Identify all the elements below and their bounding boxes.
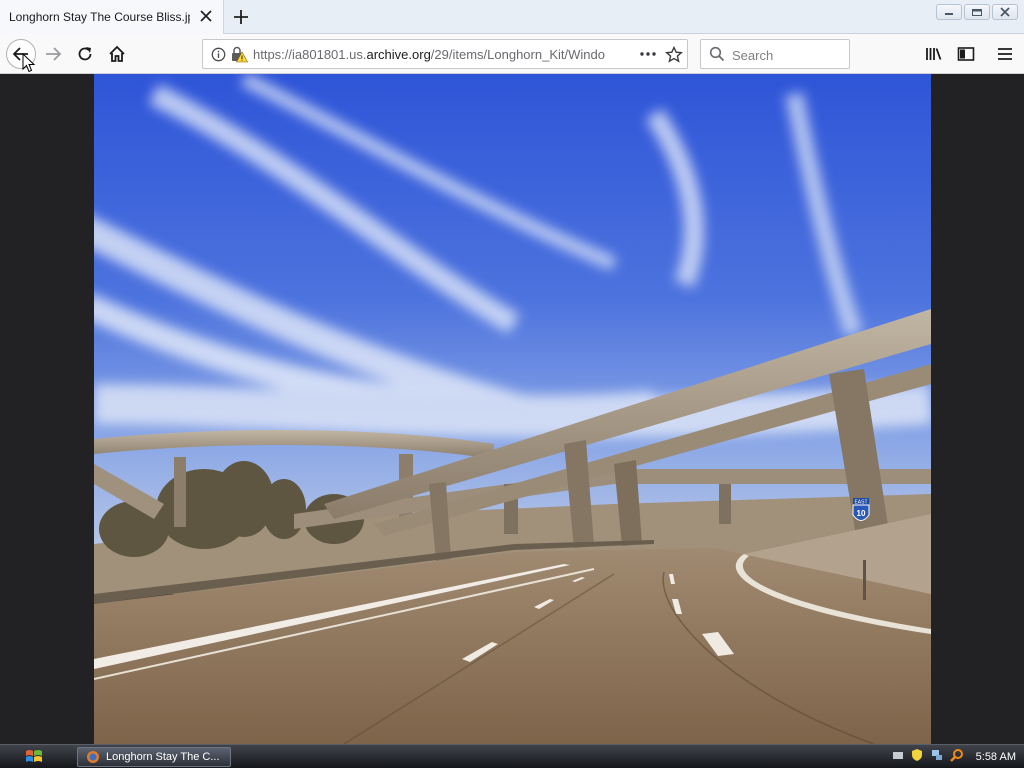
search-icon xyxy=(709,46,725,67)
tab-title: Longhorn Stay The Course Bliss.jpg xyxy=(9,10,190,24)
security-shield-icon[interactable] xyxy=(910,748,924,767)
url-domain: archive.org xyxy=(366,47,431,62)
search-bar[interactable]: Search xyxy=(700,39,850,69)
navigation-toolbar: https://ia801801.us.archive.org/29/items… xyxy=(0,34,1024,74)
url-path: /29/items/Longhorn_Kit/Windows xyxy=(430,47,605,62)
sign-route-number: 10 xyxy=(857,509,866,518)
minimize-icon[interactable] xyxy=(936,4,962,20)
clock[interactable]: 5:58 AM xyxy=(976,751,1016,763)
new-tab-icon[interactable] xyxy=(231,7,251,27)
home-icon[interactable] xyxy=(105,42,129,66)
network-icon[interactable] xyxy=(930,748,944,767)
library-icon[interactable] xyxy=(922,42,946,66)
close-window-icon[interactable] xyxy=(992,4,1018,20)
page-actions-icon[interactable] xyxy=(639,46,657,67)
close-tab-icon[interactable] xyxy=(199,9,213,23)
taskbar: Longhorn Stay The C... 5:58 AM xyxy=(0,744,1024,768)
search-tray-icon[interactable] xyxy=(949,748,964,767)
info-icon[interactable] xyxy=(211,47,226,67)
wallpaper-image: EAST 10 xyxy=(94,74,931,744)
tab-strip: Longhorn Stay The Course Bliss.jpg xyxy=(0,0,1024,34)
forward-arrow-icon[interactable] xyxy=(41,42,65,66)
keyboard-icon[interactable] xyxy=(892,748,904,766)
address-bar[interactable]: https://ia801801.us.archive.org/29/items… xyxy=(202,39,688,69)
sign-direction-text: EAST xyxy=(854,500,867,506)
search-placeholder: Search xyxy=(732,48,774,63)
menu-icon[interactable] xyxy=(993,42,1017,66)
reload-icon[interactable] xyxy=(73,42,97,66)
taskbar-firefox-item[interactable]: Longhorn Stay The C... xyxy=(77,747,231,767)
window-controls xyxy=(936,4,1018,20)
system-tray: 5:58 AM xyxy=(892,748,1016,766)
bookmark-star-icon[interactable] xyxy=(665,45,683,68)
windows-logo-icon xyxy=(26,750,42,762)
url-text[interactable]: https://ia801801.us.archive.org/29/items… xyxy=(253,47,605,62)
mouse-cursor-icon xyxy=(22,52,36,78)
restore-icon[interactable] xyxy=(964,4,990,20)
browser-tab[interactable]: Longhorn Stay The Course Bliss.jpg xyxy=(0,0,224,34)
url-prefix: https://ia801801.us. xyxy=(253,47,367,62)
page-content: EAST 10 xyxy=(0,74,1024,744)
task-label: Longhorn Stay The C... xyxy=(106,751,220,763)
start-button[interactable] xyxy=(8,746,60,768)
firefox-icon xyxy=(86,750,100,764)
insecure-lock-icon[interactable] xyxy=(230,46,249,68)
sidebar-icon[interactable] xyxy=(954,42,978,66)
